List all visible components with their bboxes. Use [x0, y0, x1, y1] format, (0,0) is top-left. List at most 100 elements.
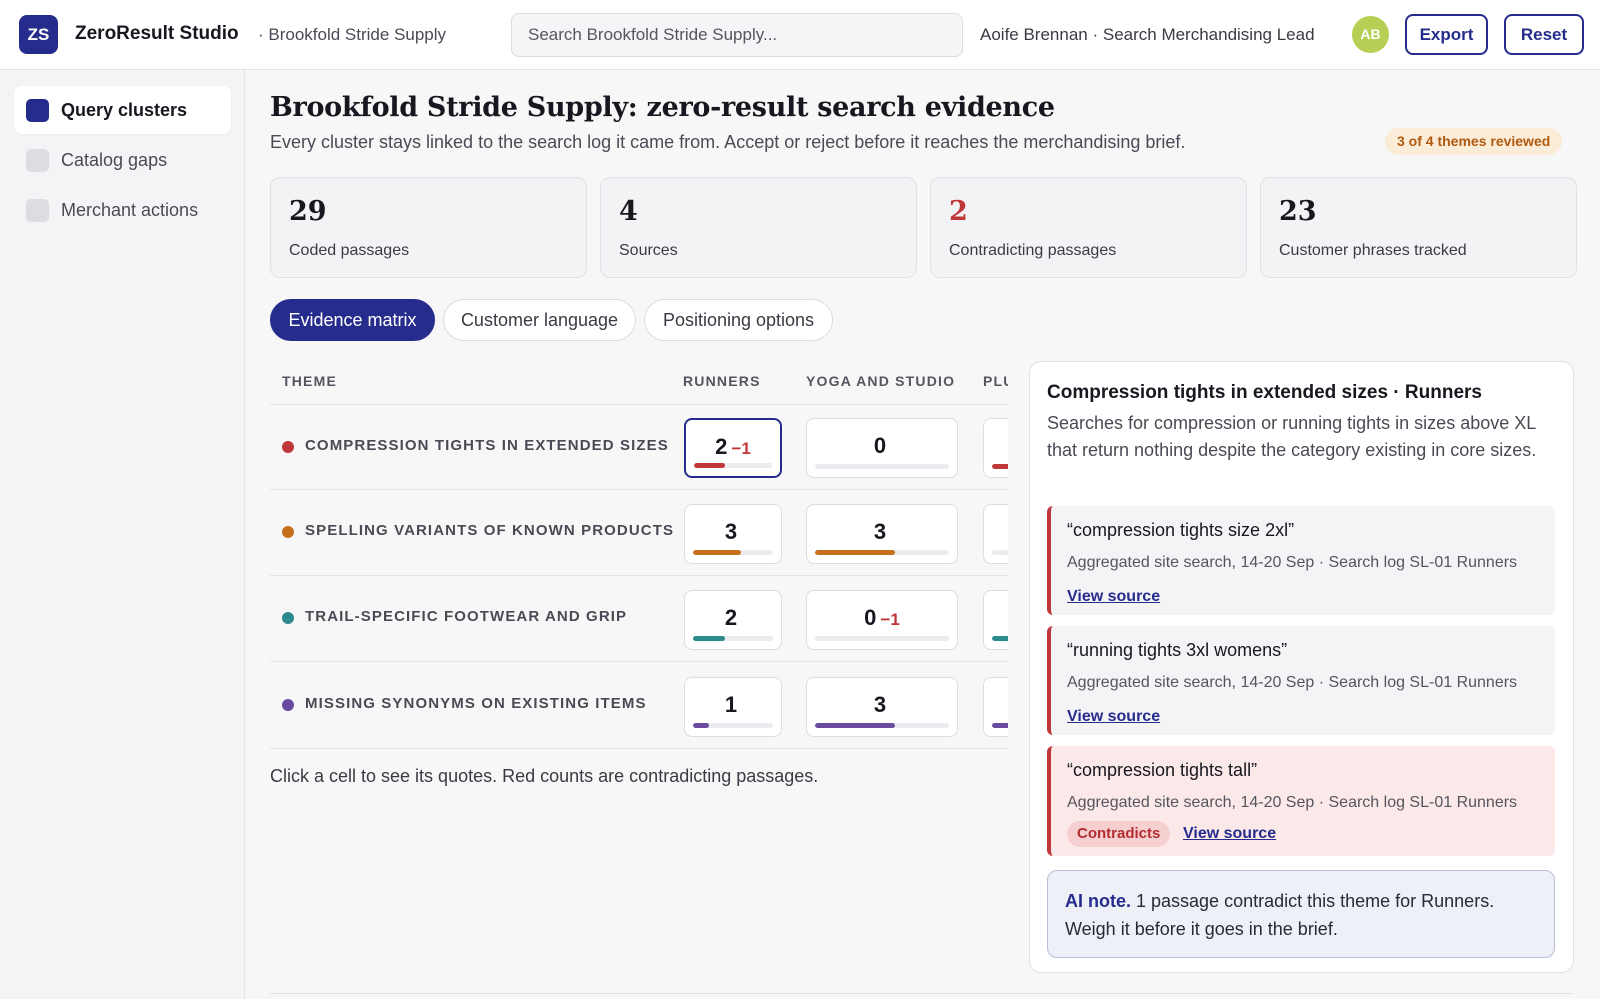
cell-bar: [693, 723, 709, 728]
sidebar-item-label: Catalog gaps: [61, 150, 168, 170]
quote-text: “running tights 3xl womens”: [1067, 640, 1288, 660]
stat-value: 23: [1279, 196, 1317, 227]
merchant-actions-icon: [26, 199, 49, 222]
quote-text: “compression tights tall”: [1067, 760, 1258, 780]
cell-bar: [992, 636, 1008, 641]
export-button[interactable]: Export: [1405, 14, 1488, 55]
sidebar: Query clusters Catalog gaps Merchant act…: [0, 70, 245, 999]
theme-label: MISSING SYNONYMS ON EXISTING ITEMS: [305, 695, 647, 712]
cell-synonyms-yoga[interactable]: 3: [806, 677, 958, 737]
avatar[interactable]: AB: [1352, 16, 1389, 53]
quote-card-contradicting: “compression tights tall” Aggregated sit…: [1047, 746, 1555, 856]
cell-bar: [693, 550, 741, 555]
stat-card-sources: 4 Sources: [600, 177, 917, 278]
cell-trail-plus[interactable]: [983, 590, 1008, 650]
stat-label: Sources: [619, 242, 678, 259]
ai-note-text: AI note. 1 passage contradict this theme…: [1065, 891, 1495, 939]
evidence-matrix: THEME RUNNERS YOGA AND STUDIO PLUS COMPR…: [270, 358, 1008, 758]
cell-synonyms-plus[interactable]: [983, 677, 1008, 737]
sidebar-item-label: Merchant actions: [61, 200, 199, 220]
detail-panel: Compression tights in extended sizes · R…: [1029, 361, 1574, 973]
cell-count: 3: [873, 692, 887, 717]
cell-spelling-plus[interactable]: [983, 504, 1008, 564]
quote-card: “compression tights size 2xl” Aggregated…: [1047, 506, 1555, 615]
cell-spelling-yoga[interactable]: 3: [806, 504, 958, 564]
stat-value: 2: [949, 196, 968, 227]
cell-trail-yoga[interactable]: 0 −1: [806, 590, 958, 650]
cell-bar: [815, 723, 896, 728]
catalog-gaps-icon: [26, 149, 49, 172]
cell-spelling-runners[interactable]: 3: [684, 504, 782, 564]
tab-positioning-options[interactable]: Positioning options: [644, 299, 833, 341]
stat-card-contradicting-passages: 2 Contradicting passages: [930, 177, 1247, 278]
stat-label: Customer phrases tracked: [1279, 242, 1467, 259]
quote-meta: Aggregated site search, 14-20 Sep · Sear…: [1067, 794, 1518, 811]
reset-button[interactable]: Reset: [1504, 14, 1584, 55]
stat-value: 29: [289, 196, 327, 227]
cell-compression-yoga[interactable]: 0: [806, 418, 958, 478]
sidebar-item-label: Query clusters: [61, 100, 188, 120]
stat-value: 4: [619, 196, 638, 227]
quote-meta: Aggregated site search, 14-20 Sep · Sear…: [1067, 674, 1518, 691]
detail-title: Compression tights in extended sizes · R…: [1047, 382, 1482, 403]
app-logo[interactable]: ZS: [19, 15, 58, 54]
theme-dot: [282, 526, 294, 538]
top-bar: ZS ZeroResult Studio · Brookfold Stride …: [0, 0, 1600, 70]
cell-bar: [992, 464, 1008, 469]
sidebar-item-query-clusters[interactable]: Query clusters: [14, 86, 231, 134]
row-divider: [270, 748, 1008, 749]
column-header-plus: PLUS: [983, 373, 1008, 389]
stat-label: Contradicting passages: [949, 242, 1117, 259]
cell-bar: [694, 463, 726, 468]
tab-evidence-matrix[interactable]: Evidence matrix: [270, 299, 435, 341]
view-source-link[interactable]: View source: [1067, 588, 1160, 606]
cell-synonyms-runners[interactable]: 1: [684, 677, 782, 737]
cell-bar: [693, 636, 725, 641]
contradicts-badge: Contradicts: [1067, 821, 1171, 847]
theme-label: SPELLING VARIANTS OF KNOWN PRODUCTS: [305, 522, 675, 539]
row-divider: [270, 404, 1008, 405]
row-divider: [270, 575, 1008, 576]
column-header-theme: THEME: [282, 373, 337, 389]
row-divider: [270, 661, 1008, 662]
theme-dot: [282, 699, 294, 711]
cell-bar: [992, 723, 1008, 728]
cell-count: 2: [724, 605, 738, 630]
column-header-runners: RUNNERS: [683, 373, 761, 389]
user-label: Aoife Brennan · Search Merchandising Lea…: [980, 25, 1315, 44]
cell-count: 1: [724, 692, 738, 717]
sidebar-item-merchant-actions[interactable]: Merchant actions: [14, 186, 231, 234]
cell-compression-runners[interactable]: 2 −1: [684, 418, 782, 478]
sidebar-item-catalog-gaps[interactable]: Catalog gaps: [14, 136, 231, 184]
review-status-badge: 3 of 4 themes reviewed: [1385, 128, 1563, 155]
column-header-yoga-studio: YOGA AND STUDIO: [806, 373, 956, 389]
theme-label: COMPRESSION TIGHTS IN EXTENDED SIZES: [305, 437, 669, 454]
cell-count: 2 −1: [715, 434, 751, 459]
query-clusters-icon: [26, 99, 49, 122]
cell-trail-runners[interactable]: 2: [684, 590, 782, 650]
theme-label: TRAIL-SPECIFIC FOOTWEAR AND GRIP: [305, 608, 628, 625]
stat-card-customer-phrases: 23 Customer phrases tracked: [1260, 177, 1577, 278]
matrix-help-text: Click a cell to see its quotes. Red coun…: [270, 766, 819, 786]
tab-customer-language[interactable]: Customer language: [443, 299, 636, 341]
search-input[interactable]: [511, 13, 963, 57]
cell-bar: [815, 550, 896, 555]
quote-text: “compression tights size 2xl”: [1067, 520, 1295, 540]
page-title: Brookfold Stride Supply: zero-result sea…: [270, 92, 1055, 123]
workspace-name: · Brookfold Stride Supply: [258, 25, 447, 44]
view-source-link[interactable]: View source: [1183, 825, 1276, 843]
stat-card-coded-passages: 29 Coded passages: [270, 177, 587, 278]
cell-count: 3: [724, 519, 738, 544]
content-divider: [270, 993, 1574, 994]
app-name: ZeroResult Studio: [75, 23, 239, 44]
theme-dot: [282, 441, 294, 453]
detail-description: Searches for compression or running tigh…: [1047, 413, 1537, 460]
quote-card: “running tights 3xl womens” Aggregated s…: [1047, 626, 1555, 735]
theme-dot: [282, 612, 294, 624]
view-source-link[interactable]: View source: [1067, 708, 1160, 726]
cell-count: 3: [873, 519, 887, 544]
cell-compression-plus[interactable]: [983, 418, 1008, 478]
cell-count: 0 −1: [864, 605, 900, 630]
page-subtitle: Every cluster stays linked to the search…: [270, 132, 1186, 152]
ai-note-label: AI note.: [1065, 891, 1131, 911]
